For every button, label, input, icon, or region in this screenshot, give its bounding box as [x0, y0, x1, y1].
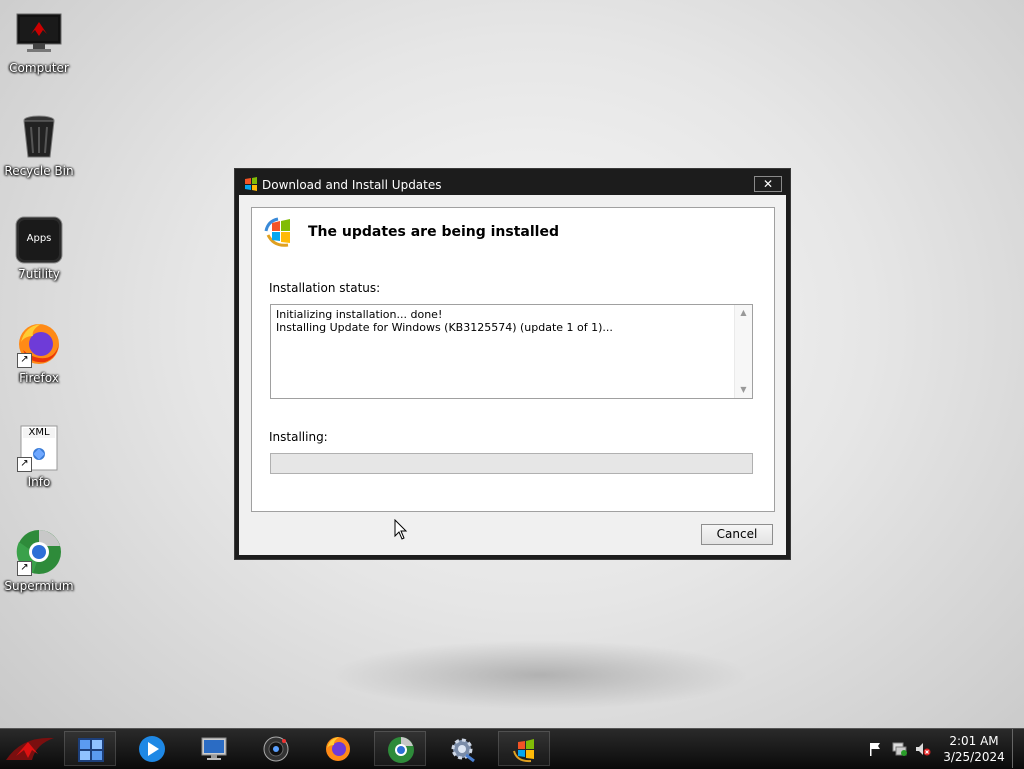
update-shield-icon	[264, 217, 296, 249]
content-panel: The updates are being installed Installa…	[251, 207, 775, 512]
desktop-icon-label: 7utility	[18, 267, 60, 281]
computer-icon	[15, 10, 63, 58]
taskbar-app-tiles[interactable]	[64, 731, 116, 766]
desktop-icon-label: Supermium	[4, 579, 74, 593]
xml-badge-text: XML	[28, 427, 50, 438]
start-button[interactable]	[2, 732, 58, 766]
show-desktop-button[interactable]	[1012, 729, 1024, 768]
desktop-icon-supermium[interactable]: ↗ Supermium	[2, 528, 76, 593]
shortcut-arrow-icon: ↗	[17, 561, 32, 576]
log-line: Installing Update for Windows (KB3125574…	[276, 321, 613, 334]
desktop-icon-label: Firefox	[19, 371, 59, 385]
shortcut-arrow-icon: ↗	[17, 457, 32, 472]
install-progress-bar	[270, 453, 753, 474]
settings-icon	[448, 735, 476, 763]
shortcut-arrow-icon: ↗	[17, 353, 32, 368]
dialog-client-area: The updates are being installed Installa…	[239, 195, 786, 555]
dialog-title: Download and Install Updates	[262, 178, 442, 192]
desktop-icon-7utility[interactable]: Apps 7utility	[2, 216, 76, 281]
taskbar-app-supermium[interactable]	[374, 731, 426, 766]
desktop-icon-label: Recycle Bin	[4, 164, 74, 178]
network-icon[interactable]	[892, 742, 908, 756]
desktop-icon-label: Computer	[9, 61, 69, 75]
media-player-icon	[138, 735, 166, 763]
supermium-icon: ↗	[15, 528, 63, 576]
action-center-flag-icon[interactable]	[868, 742, 884, 756]
close-button[interactable]: ✕	[754, 176, 782, 192]
desktop-shadow	[330, 640, 750, 710]
clock-date: 3/25/2024	[943, 750, 1005, 764]
firefox-icon	[324, 735, 352, 763]
clock-time: 2:01 AM	[949, 734, 999, 748]
desktop-icon-label: Info	[27, 475, 51, 489]
taskbar-clock[interactable]: 2:01 AM 3/25/2024	[938, 733, 1010, 765]
xml-file-icon: XML ↗	[15, 424, 63, 472]
desktop-icon-recycle-bin[interactable]: Recycle Bin	[2, 113, 76, 178]
update-dialog: Download and Install Updates ✕ The updat…	[234, 168, 791, 560]
scroll-up-icon[interactable]: ▲	[735, 306, 752, 320]
supermium-icon	[387, 736, 415, 764]
dialog-heading: The updates are being installed	[308, 224, 559, 240]
taskbar-app-settings[interactable]	[436, 731, 488, 766]
close-icon: ✕	[762, 177, 774, 191]
cancel-button[interactable]: Cancel	[701, 524, 773, 545]
windows-update-icon	[243, 176, 259, 192]
installing-label: Installing:	[269, 430, 328, 444]
taskbar-app-remote-desktop[interactable]	[188, 731, 240, 766]
log-line: Initializing installation... done!	[276, 308, 443, 321]
log-scrollbar[interactable]: ▲ ▼	[734, 305, 752, 398]
windows-update-icon	[511, 736, 539, 764]
taskbar-app-firefox[interactable]	[312, 731, 364, 766]
installation-status-label: Installation status:	[269, 281, 381, 295]
scroll-down-icon[interactable]: ▼	[735, 383, 752, 397]
taskbar-app-media-player[interactable]	[126, 731, 178, 766]
volume-muted-icon[interactable]	[915, 742, 931, 756]
desktop-icon-info[interactable]: XML ↗ Info	[2, 424, 76, 489]
taskbar-app-camera[interactable]	[250, 731, 302, 766]
firefox-icon: ↗	[15, 320, 63, 368]
mouse-cursor-icon	[394, 518, 408, 541]
taskbar-app-windows-update[interactable]	[498, 731, 550, 766]
installation-log[interactable]: Initializing installation... done! Insta…	[270, 304, 753, 399]
apps-badge-text: Apps	[26, 233, 52, 244]
recycle-bin-icon	[15, 113, 63, 161]
camera-icon	[262, 735, 290, 763]
apps-icon: Apps	[15, 216, 63, 264]
desktop-icon-firefox[interactable]: ↗ Firefox	[2, 320, 76, 385]
tile-manager-icon	[77, 736, 105, 764]
desktop-icon-computer[interactable]: Computer	[2, 10, 76, 75]
remote-desktop-icon	[200, 735, 228, 763]
